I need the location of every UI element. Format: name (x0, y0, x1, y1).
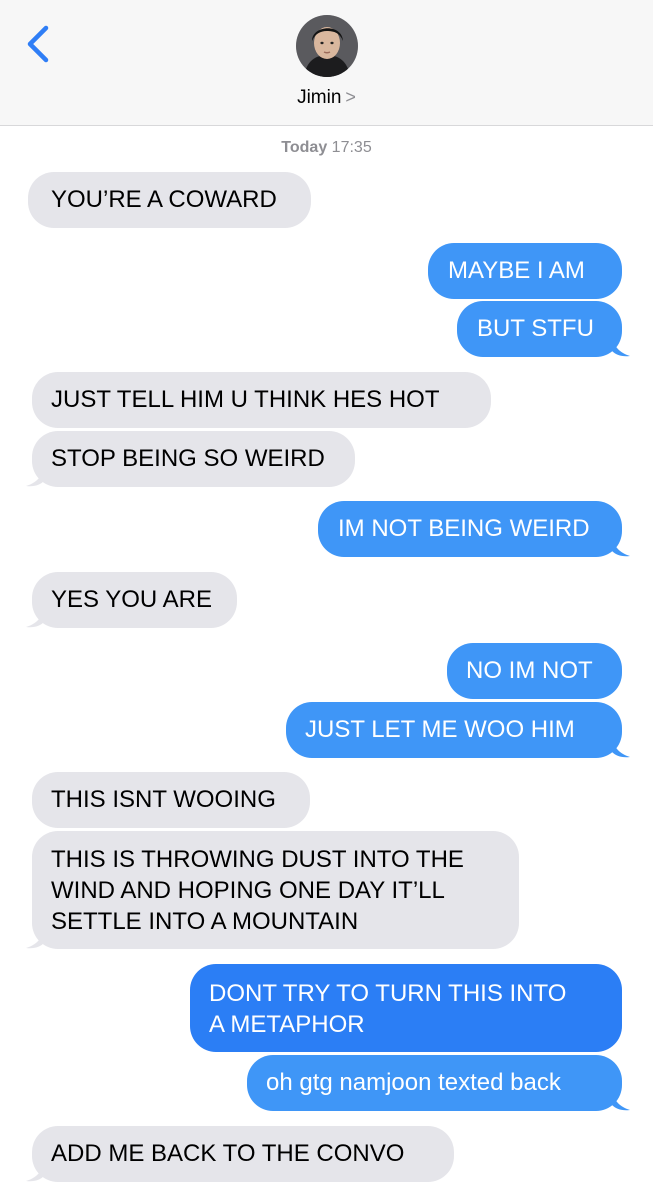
bubble-tail-incoming (26, 1162, 44, 1182)
message-text: YES YOU ARE (51, 586, 212, 613)
message-text-line: WIND AND HOPING ONE DAY IT’LL (51, 877, 445, 904)
contact-name-label: Jimin (297, 87, 342, 108)
bubble-tail-outgoing (612, 337, 630, 357)
bubble-tail-incoming (26, 929, 44, 949)
bubble-tail-incoming (26, 467, 44, 487)
message-bubble-outgoing[interactable]: JUST LET ME WOO HIM (286, 702, 622, 758)
message-bubble-outgoing[interactable]: NO IM NOT (447, 643, 622, 699)
bubble-tail-outgoing (612, 537, 630, 557)
message-text: oh gtg namjoon texted back (266, 1069, 561, 1096)
message-text: THIS ISNT WOOING (51, 786, 276, 813)
message-bubble-incoming[interactable]: YOU’RE A COWARD (28, 172, 311, 228)
message-bubble-incoming[interactable]: ADD ME BACK TO THE CONVO (32, 1126, 454, 1182)
back-button[interactable] (20, 22, 60, 66)
message-text: STOP BEING SO WEIRD (51, 445, 325, 472)
message-bubble-incoming[interactable]: THIS ISNT WOOING (32, 772, 310, 828)
timestamp-day: Today (281, 139, 328, 156)
message-text-line: SETTLE INTO A MOUNTAIN (51, 908, 359, 935)
bubble-tail-outgoing (612, 738, 630, 758)
message-bubble-outgoing[interactable]: oh gtg namjoon texted back (247, 1055, 622, 1111)
message-bubble-incoming[interactable]: STOP BEING SO WEIRD (32, 431, 355, 487)
message-text-line: THIS IS THROWING DUST INTO THE (51, 846, 464, 873)
contact-name[interactable]: Jimin > (0, 87, 653, 109)
contact-photo-icon (296, 15, 358, 77)
message-text-line: DONT TRY TO TURN THIS INTO (209, 980, 567, 1007)
message-text-line: A METAPHOR (209, 1011, 365, 1038)
message-bubble-outgoing[interactable]: BUT STFU (457, 301, 622, 357)
message-text: JUST TELL HIM U THINK HES HOT (51, 386, 440, 413)
message-text: YOU’RE A COWARD (51, 186, 277, 213)
message-bubble-incoming[interactable]: YES YOU ARE (32, 572, 237, 628)
message-bubble-incoming[interactable]: THIS IS THROWING DUST INTO THE WIND AND … (32, 831, 519, 949)
message-text: IM NOT BEING WEIRD (338, 515, 590, 542)
bubble-tail-incoming (26, 608, 44, 628)
message-text: JUST LET ME WOO HIM (305, 716, 575, 743)
message-bubble-outgoing[interactable]: DONT TRY TO TURN THIS INTO A METAPHOR (190, 964, 622, 1052)
chevron-right-icon: > (345, 87, 356, 107)
message-bubble-incoming[interactable]: JUST TELL HIM U THINK HES HOT (32, 372, 491, 428)
timestamp: Today 17:35 (0, 139, 653, 157)
message-text: MAYBE I AM (448, 257, 585, 284)
chevron-left-icon (27, 25, 49, 63)
bubble-tail-outgoing (612, 1091, 630, 1111)
message-text: NO IM NOT (466, 657, 593, 684)
message-bubble-outgoing[interactable]: IM NOT BEING WEIRD (318, 501, 622, 557)
message-bubble-outgoing[interactable]: MAYBE I AM (428, 243, 622, 299)
conversation-header: Jimin > (0, 0, 653, 126)
message-text: ADD ME BACK TO THE CONVO (51, 1140, 405, 1167)
timestamp-time: 17:35 (331, 139, 372, 156)
avatar[interactable] (296, 15, 358, 77)
message-text: BUT STFU (477, 315, 594, 342)
